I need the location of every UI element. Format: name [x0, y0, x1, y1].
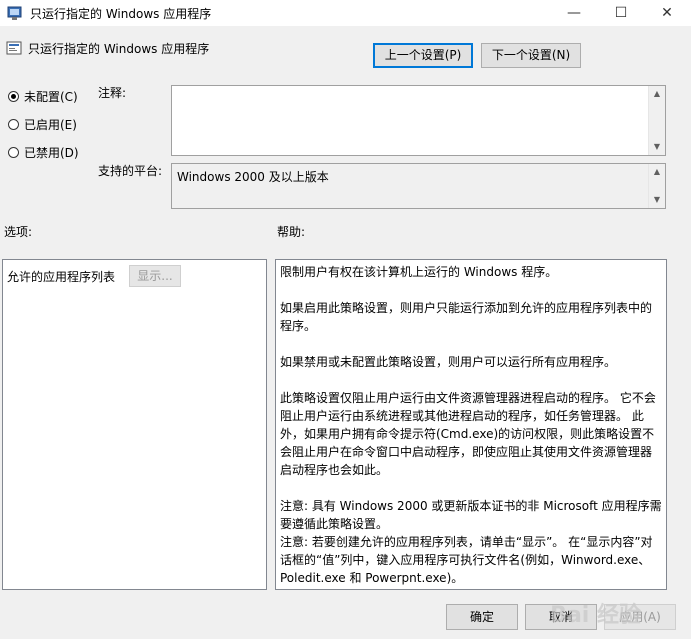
help-paragraph: 如果禁用或未配置此策略设置，则用户可以运行所有应用程序。	[280, 355, 617, 369]
close-icon[interactable]: ✕	[644, 0, 690, 26]
radio-indicator[interactable]	[8, 90, 19, 102]
watermark: Bai 经验	[550, 603, 641, 628]
comment-textarea[interactable]: ▲ ▼	[171, 85, 666, 156]
comment-label: 注释:	[98, 86, 127, 100]
radio-enabled[interactable]: 已启用(E)	[8, 114, 77, 134]
show-button[interactable]: 显示...	[129, 265, 181, 287]
platform-field: Windows 2000 及以上版本 ▲ ▼	[171, 163, 666, 209]
scroll-down-icon[interactable]: ▼	[649, 192, 665, 208]
scroll-down-icon[interactable]: ▼	[649, 139, 665, 155]
radio-label: 已启用(E)	[24, 117, 77, 132]
help-label: 帮助:	[277, 225, 306, 239]
ok-button[interactable]: 确定	[446, 604, 518, 630]
minimize-icon[interactable]: —	[551, 0, 597, 26]
policy-editor-icon	[7, 6, 22, 20]
radio-indicator[interactable]	[8, 146, 19, 158]
platform-scrollbar[interactable]: ▲ ▼	[648, 164, 665, 208]
comment-scrollbar[interactable]: ▲ ▼	[648, 86, 665, 155]
radio-label: 未配置(C)	[24, 89, 78, 104]
title-bar: 只运行指定的 Windows 应用程序 — ☐ ✕	[0, 0, 691, 26]
scroll-up-icon[interactable]: ▲	[649, 86, 665, 102]
radio-label: 已禁用(D)	[24, 145, 79, 160]
help-text: 限制用户有权在该计算机上运行的 Windows 程序。 如果启用此策略设置，则用…	[276, 260, 666, 589]
maximize-icon[interactable]: ☐	[598, 0, 644, 26]
help-panel: 限制用户有权在该计算机上运行的 Windows 程序。 如果启用此策略设置，则用…	[275, 259, 667, 590]
radio-disabled[interactable]: 已禁用(D)	[8, 142, 79, 162]
policy-setting-icon	[6, 41, 22, 55]
help-paragraph: 注意: 具有 Windows 2000 或更新版本证书的非 Microsoft …	[280, 499, 662, 531]
platform-label: 支持的平台:	[98, 164, 163, 178]
platform-value: Windows 2000 及以上版本	[177, 170, 329, 184]
allowed-apps-label: 允许的应用程序列表	[7, 270, 116, 284]
next-setting-button[interactable]: 下一个设置(N)	[481, 43, 581, 68]
policy-title: 只运行指定的 Windows 应用程序	[28, 42, 210, 56]
comment-value	[172, 86, 665, 92]
help-paragraph: 注意: 若要创建允许的应用程序列表，请单击“显示”。 在“显示内容”对话框的“值…	[280, 535, 653, 585]
options-label: 选项:	[4, 225, 33, 239]
help-paragraph: 如果启用此策略设置，则用户只能运行添加到允许的应用程序列表中的程序。	[280, 301, 653, 333]
window-title: 只运行指定的 Windows 应用程序	[30, 7, 212, 21]
previous-setting-button[interactable]: 上一个设置(P)	[373, 43, 473, 68]
radio-not-configured[interactable]: 未配置(C)	[8, 86, 78, 106]
scroll-up-icon[interactable]: ▲	[649, 164, 665, 180]
help-paragraph: 限制用户有权在该计算机上运行的 Windows 程序。	[280, 265, 558, 279]
options-panel: 允许的应用程序列表 显示...	[2, 259, 267, 590]
help-paragraph: 此策略设置仅阻止用户运行由文件资源管理器进程启动的程序。 它不会阻止用户运行由系…	[280, 391, 656, 477]
radio-indicator[interactable]	[8, 118, 19, 130]
